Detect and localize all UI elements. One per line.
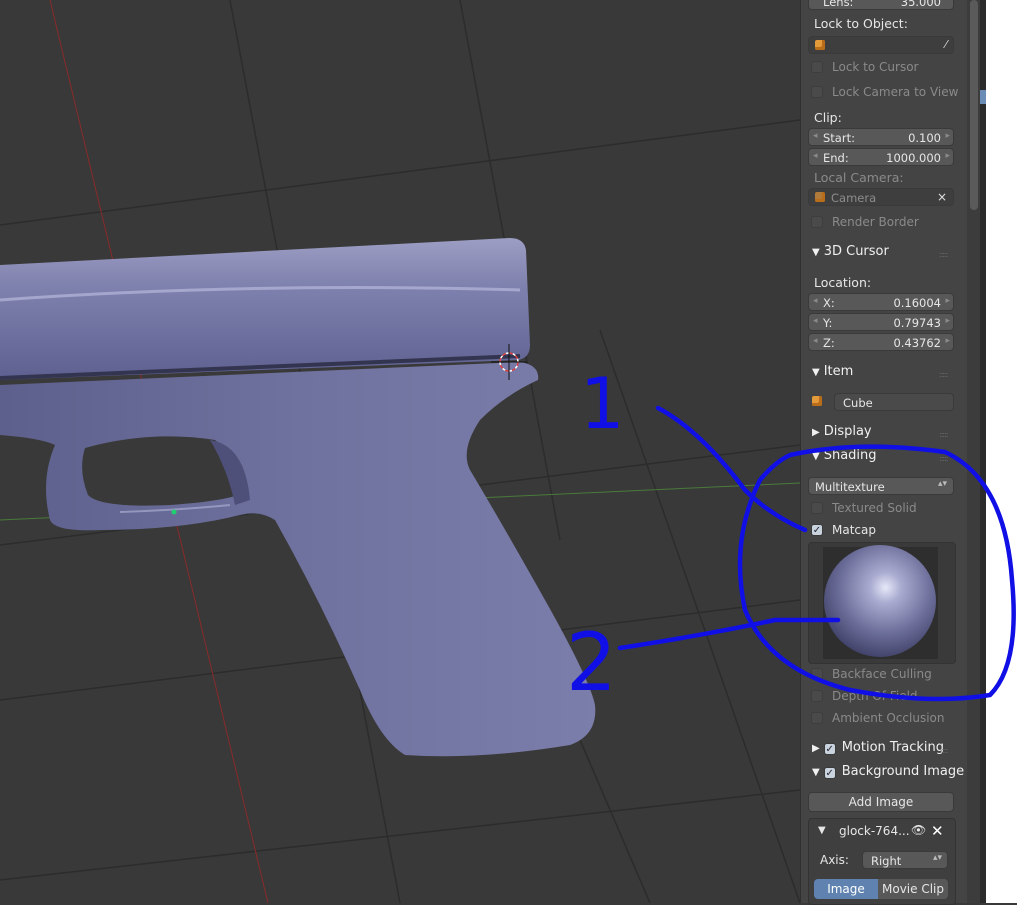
item-name-field[interactable]: Cube — [834, 393, 954, 411]
section-display[interactable]: ▶ Display — [812, 424, 872, 439]
expanded-triangle-icon: ▼ — [812, 247, 820, 258]
increment-arrow-icon[interactable]: ▸ — [945, 131, 950, 141]
background-image-name: glock-764... — [839, 824, 910, 838]
section-3d-cursor[interactable]: ▼ 3D Cursor — [812, 244, 889, 259]
tab-image[interactable]: Image — [814, 879, 878, 899]
viewport-canvas — [0, 0, 800, 903]
matcap-label: Matcap — [832, 523, 876, 537]
increment-arrow-icon[interactable]: ▸ — [945, 151, 950, 161]
depth-of-field-label: Depth Of Field — [832, 689, 918, 703]
drag-grip-icon[interactable]: ::::: — [939, 746, 951, 755]
increment-arrow-icon[interactable]: ▸ — [945, 296, 950, 306]
textured-solid-label: Textured Solid — [832, 501, 917, 515]
clip-end-field[interactable]: ◂ End: 1000.000 ▸ — [808, 148, 954, 166]
panel-scrollbar-thumb[interactable] — [970, 0, 978, 210]
eyedropper-icon[interactable]: ⁄ — [945, 38, 947, 51]
local-camera-label: Local Camera: — [814, 170, 904, 185]
updown-arrows-icon: ▴▾ — [932, 853, 942, 863]
lock-to-object-field[interactable]: ⁄ — [808, 36, 954, 54]
motion-tracking-checkbox[interactable]: ✓ — [823, 743, 836, 755]
cursor-y-field[interactable]: ◂ Y: 0.79743 ▸ — [808, 313, 954, 331]
collapsed-triangle-icon: ▶ — [812, 427, 820, 438]
axis-select[interactable]: Right ▴▾ — [862, 851, 948, 869]
lock-camera-to-view-checkbox[interactable] — [811, 86, 823, 98]
section-item[interactable]: ▼ Item — [812, 364, 853, 379]
expanded-triangle-icon[interactable]: ▼ — [818, 825, 826, 836]
object-cube-icon — [812, 396, 822, 406]
updown-arrows-icon: ▴▾ — [937, 479, 947, 489]
axis-label: Axis: — [820, 853, 849, 867]
tab-movie-clip[interactable]: Movie Clip — [878, 879, 948, 899]
decrement-arrow-icon[interactable]: ◂ — [813, 151, 818, 161]
increment-arrow-icon[interactable]: ▸ — [945, 316, 950, 326]
decrement-arrow-icon[interactable]: ◂ — [813, 336, 818, 346]
expanded-triangle-icon: ▼ — [812, 767, 820, 778]
section-motion-tracking[interactable]: ▶ ✓ Motion Tracking — [812, 740, 944, 755]
depth-of-field-checkbox[interactable] — [811, 690, 823, 702]
render-border-label: Render Border — [832, 215, 919, 229]
shading-mode-select[interactable]: Multitexture ▴▾ — [808, 477, 954, 495]
lens-field[interactable]: Lens: 35.000 — [808, 0, 954, 10]
edge-tick — [980, 90, 986, 104]
drag-grip-icon[interactable]: ::::: — [939, 370, 951, 379]
increment-arrow-icon[interactable]: ▸ — [945, 336, 950, 346]
backface-culling-checkbox[interactable] — [811, 668, 823, 680]
close-x-icon[interactable]: ✕ — [931, 822, 944, 840]
matcap-sphere-preview — [823, 545, 938, 659]
clear-x-icon[interactable]: × — [937, 190, 947, 204]
add-image-button[interactable]: Add Image — [808, 792, 954, 812]
eye-icon[interactable]: 👁 — [911, 823, 926, 837]
lock-camera-to-view-label: Lock Camera to View — [832, 85, 959, 99]
clip-label: Clip: — [814, 110, 842, 125]
render-border-checkbox[interactable] — [811, 216, 823, 228]
matcap-preview[interactable] — [808, 542, 956, 664]
backface-culling-label: Backface Culling — [832, 667, 932, 681]
decrement-arrow-icon[interactable]: ◂ — [813, 131, 818, 141]
matcap-checkbox[interactable]: ✓ — [811, 524, 823, 536]
decrement-arrow-icon[interactable]: ◂ — [813, 316, 818, 326]
cursor-z-field[interactable]: ◂ Z: 0.43762 ▸ — [808, 333, 954, 351]
object-cube-icon — [815, 40, 825, 50]
drag-grip-icon[interactable]: ::::: — [939, 454, 951, 463]
drag-grip-icon[interactable]: ::::: — [939, 430, 951, 439]
expanded-triangle-icon: ▼ — [812, 367, 820, 378]
edge-strip — [980, 0, 986, 903]
decrement-arrow-icon[interactable]: ◂ — [813, 296, 818, 306]
lock-to-cursor-checkbox[interactable] — [811, 61, 823, 73]
drag-grip-icon[interactable]: ::::: — [939, 250, 951, 259]
ambient-occlusion-checkbox[interactable] — [811, 712, 823, 724]
cursor-x-field[interactable]: ◂ X: 0.16004 ▸ — [808, 293, 954, 311]
background-image-checkbox[interactable]: ✓ — [823, 767, 836, 779]
location-label: Location: — [814, 275, 872, 290]
textured-solid-checkbox[interactable] — [811, 502, 823, 514]
lock-to-cursor-label: Lock to Cursor — [832, 60, 919, 74]
3d-viewport[interactable] — [0, 0, 800, 903]
collapsed-triangle-icon: ▶ — [812, 743, 820, 754]
lock-to-object-label: Lock to Object: — [814, 16, 908, 31]
section-background-image[interactable]: ▼ ✓ Background Image — [812, 764, 964, 779]
section-shading[interactable]: ▼ Shading — [812, 448, 877, 463]
camera-object-icon — [815, 192, 825, 202]
window-edge — [980, 0, 1017, 903]
clip-start-field[interactable]: ◂ Start: 0.100 ▸ — [808, 128, 954, 146]
gun-model — [0, 238, 596, 757]
ambient-occlusion-label: Ambient Occlusion — [832, 711, 945, 725]
expanded-triangle-icon: ▼ — [812, 451, 820, 462]
local-camera-field[interactable]: Camera × — [808, 188, 954, 206]
